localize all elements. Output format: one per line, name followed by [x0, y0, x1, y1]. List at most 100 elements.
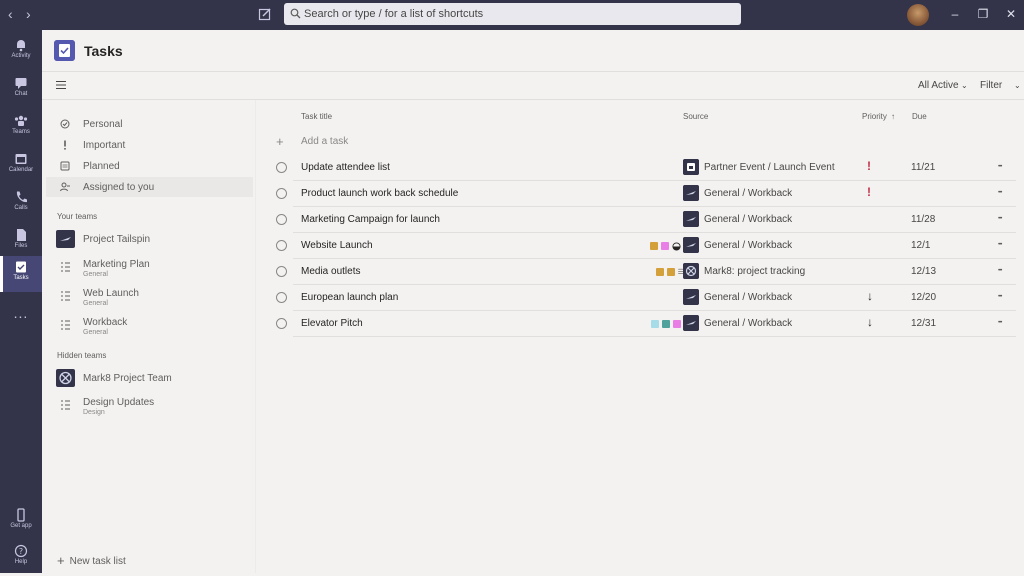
- hamburger-icon[interactable]: [56, 80, 66, 90]
- team-mark8-project-team[interactable]: Mark8 Project Team: [56, 367, 251, 389]
- mark8-logo-icon: [683, 263, 699, 279]
- rail-more[interactable]: ...: [0, 304, 42, 340]
- more-options-icon[interactable]: •••: [998, 268, 1002, 274]
- column-task-title[interactable]: Task title: [301, 112, 332, 121]
- task-source[interactable]: Mark8: project tracking: [704, 266, 805, 277]
- rail-calls[interactable]: Calls: [0, 186, 42, 222]
- task-title[interactable]: Product launch work back schedule: [301, 188, 458, 199]
- column-priority[interactable]: Priority: [862, 112, 887, 121]
- search-input[interactable]: Search or type / for a list of shortcuts: [284, 3, 741, 25]
- chevron-down-icon[interactable]: ⌄: [1014, 81, 1021, 90]
- task-source[interactable]: General / Workback: [704, 318, 792, 329]
- complete-task-checkbox[interactable]: [276, 318, 287, 329]
- task-source[interactable]: General / Workback: [704, 292, 792, 303]
- more-options-icon[interactable]: •••: [998, 164, 1002, 170]
- task-due-date[interactable]: 11/21: [911, 162, 935, 173]
- chevron-down-icon[interactable]: ⌄: [961, 81, 968, 90]
- filter-button[interactable]: Filter: [980, 80, 1002, 91]
- rail-calendar[interactable]: Calendar: [0, 148, 42, 184]
- assigned-icon: [60, 182, 70, 192]
- all-active-dropdown[interactable]: All Active: [918, 80, 959, 91]
- task-title[interactable]: Website Launch: [301, 240, 373, 251]
- tasks-icon: [16, 261, 26, 273]
- restore-icon[interactable]: ❐: [977, 8, 989, 20]
- team-avatar-icon: [683, 185, 699, 201]
- task-row[interactable]: Product launch work back schedule⌂1Gener…: [276, 181, 1016, 207]
- task-due-date[interactable]: 12/1: [911, 240, 930, 251]
- task-title[interactable]: Update attendee list: [301, 162, 390, 173]
- more-options-icon[interactable]: •••: [998, 190, 1002, 196]
- nav-planned[interactable]: Planned: [46, 156, 253, 176]
- task-due-date[interactable]: 11/28: [911, 214, 935, 225]
- task-source[interactable]: General / Workback: [704, 240, 792, 251]
- nav-label: Important: [83, 140, 126, 151]
- task-row[interactable]: Media outlets☰0/4Mark8: project tracking…: [276, 259, 1016, 285]
- complete-task-checkbox[interactable]: [276, 266, 287, 277]
- rail-files[interactable]: Files: [0, 224, 42, 260]
- task-row[interactable]: Marketing Campaign for launch⌂1General /…: [276, 207, 1016, 233]
- task-source[interactable]: General / Workback: [704, 188, 792, 199]
- task-due-date[interactable]: 12/31: [911, 318, 936, 329]
- nav-personal[interactable]: Personal: [46, 114, 253, 134]
- svg-text:?: ?: [19, 547, 23, 556]
- back-icon[interactable]: ‹: [8, 6, 13, 22]
- task-row[interactable]: Website Launch⌂1General / Workback12/1••…: [276, 233, 1016, 259]
- low-priority-icon[interactable]: ↓: [867, 289, 877, 303]
- bell-icon: [17, 40, 25, 52]
- team-workback[interactable]: Workback General: [56, 314, 251, 336]
- important-priority-icon[interactable]: !: [867, 185, 877, 199]
- new-task-list-label: New task list: [69, 556, 126, 567]
- team-marketing-plan[interactable]: Marketing Plan General: [56, 256, 251, 278]
- task-source[interactable]: General / Workback: [704, 214, 792, 225]
- label-swatch: [661, 320, 670, 328]
- complete-task-checkbox[interactable]: [276, 162, 287, 173]
- important-priority-icon[interactable]: !: [867, 159, 877, 173]
- complete-task-checkbox[interactable]: [276, 240, 287, 251]
- avatar[interactable]: [907, 4, 929, 26]
- rail-help[interactable]: ? Help: [0, 540, 42, 576]
- minimize-icon[interactable]: –: [949, 8, 961, 20]
- plus-icon: +: [57, 553, 65, 568]
- task-title[interactable]: Marketing Campaign for launch: [301, 214, 440, 225]
- nav-assigned-to-you[interactable]: Assigned to you: [46, 177, 253, 197]
- phone-icon: [16, 191, 27, 203]
- rail-tasks[interactable]: Tasks: [0, 256, 42, 292]
- column-source[interactable]: Source: [683, 112, 708, 121]
- low-priority-icon[interactable]: ↓: [867, 315, 877, 329]
- compose-icon[interactable]: [258, 7, 272, 21]
- column-due[interactable]: Due: [912, 112, 927, 121]
- nav-important[interactable]: Important: [46, 135, 253, 155]
- team-web-launch[interactable]: Web Launch General: [56, 285, 251, 307]
- task-row[interactable]: Update attendee list Partner Event / Laun…: [276, 155, 1016, 181]
- task-due-date[interactable]: 12/20: [911, 292, 936, 303]
- close-icon[interactable]: ✕: [1005, 8, 1017, 20]
- rail-activity[interactable]: Activity: [0, 34, 42, 70]
- more-options-icon[interactable]: •••: [998, 216, 1002, 222]
- rail-teams[interactable]: Teams: [0, 110, 42, 146]
- calendar-source-icon: [683, 159, 699, 175]
- task-title[interactable]: European launch plan: [301, 292, 398, 303]
- task-row[interactable]: European launch plan⌂1General / Workback…: [276, 285, 1016, 311]
- more-options-icon[interactable]: •••: [998, 242, 1002, 248]
- task-title[interactable]: Elevator Pitch: [301, 318, 363, 329]
- task-row[interactable]: Elevator Pitch⌂1General / Workback↓12/31…: [276, 311, 1016, 337]
- complete-task-checkbox[interactable]: [276, 214, 287, 225]
- task-title[interactable]: Media outlets: [301, 266, 360, 277]
- task-source[interactable]: Partner Event / Launch Event: [704, 162, 835, 173]
- app-rail: Activity Chat Teams Calendar Calls Files…: [0, 30, 42, 573]
- add-task-row[interactable]: + Add a task: [276, 130, 1016, 152]
- rail-chat[interactable]: Chat: [0, 72, 42, 108]
- task-due-date[interactable]: 12/13: [911, 266, 936, 277]
- team-avatar-icon: [683, 211, 699, 227]
- new-task-list-button[interactable]: + New task list: [57, 553, 126, 568]
- label-swatch: [672, 320, 681, 328]
- team-name: Workback: [83, 317, 128, 328]
- more-options-icon[interactable]: •••: [998, 294, 1002, 300]
- complete-task-checkbox[interactable]: [276, 292, 287, 303]
- more-options-icon[interactable]: •••: [998, 320, 1002, 326]
- team-design-updates[interactable]: Design Updates Design: [56, 394, 251, 416]
- forward-icon[interactable]: ›: [26, 6, 31, 22]
- rail-get-app[interactable]: Get app: [0, 504, 42, 540]
- team-project-tailspin[interactable]: Project Tailspin: [56, 228, 251, 250]
- complete-task-checkbox[interactable]: [276, 188, 287, 199]
